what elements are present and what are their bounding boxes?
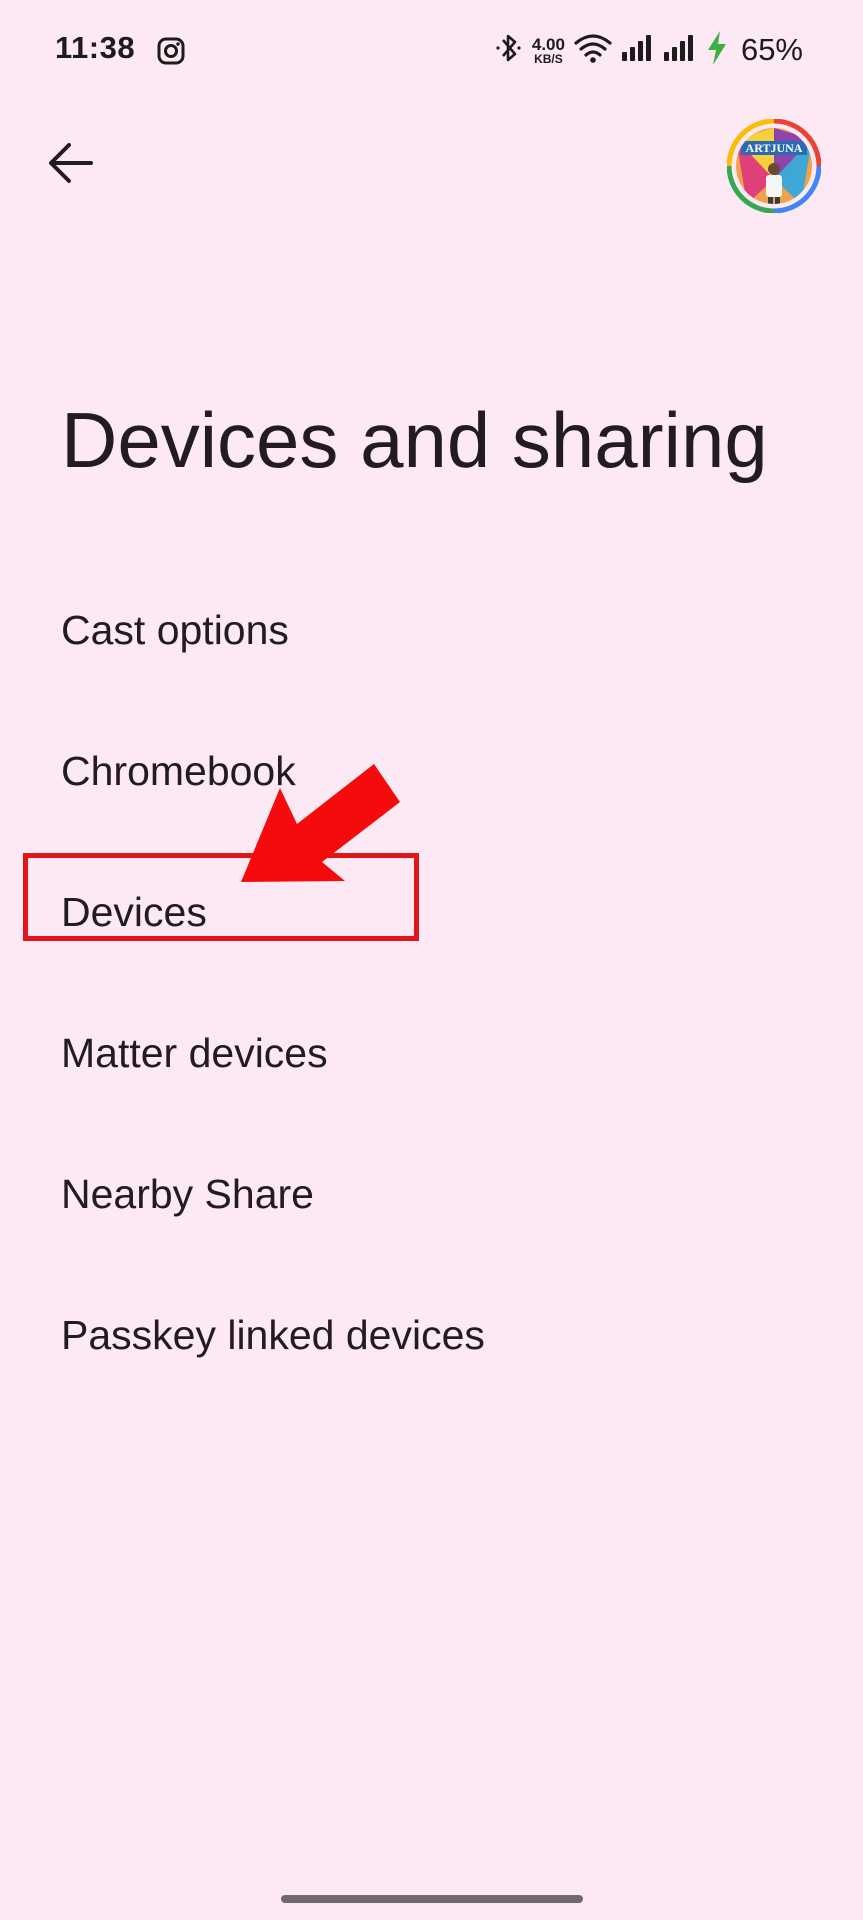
status-time: 11:38 [55, 30, 136, 65]
pointer-arrow-icon [235, 760, 405, 890]
battery-percent: 65% [740, 32, 803, 67]
settings-item-passkey-linked-devices[interactable]: Passkey linked devices [0, 1265, 863, 1406]
charging-icon [705, 30, 729, 71]
network-speed-value: 4.00 [531, 34, 565, 54]
settings-item-label: Matter devices [61, 1030, 328, 1076]
settings-list: Cast options Chromebook Devices Matter d… [0, 560, 863, 1406]
settings-item-label: Nearby Share [61, 1171, 314, 1217]
instagram-icon [156, 36, 186, 66]
settings-item-nearby-share[interactable]: Nearby Share [0, 1124, 863, 1265]
network-speed-unit: KB/S [534, 51, 563, 66]
settings-item-cast-options[interactable]: Cast options [0, 560, 863, 701]
arrow-back-icon [47, 142, 93, 189]
settings-item-label: Passkey linked devices [61, 1312, 485, 1358]
page-title: Devices and sharing [61, 396, 768, 484]
bluetooth-icon [494, 31, 524, 70]
signal-icon [663, 34, 697, 67]
settings-item-label: Cast options [61, 607, 289, 653]
settings-item-chromebook[interactable]: Chromebook [0, 701, 863, 842]
avatar-text: ARTJUNA [746, 141, 803, 155]
gesture-nav-handle[interactable] [281, 1895, 583, 1903]
status-bar: 11:38 4.00 KB/S 65% [0, 0, 863, 100]
settings-item-matter-devices[interactable]: Matter devices [0, 983, 863, 1124]
wifi-icon [573, 32, 613, 69]
network-speed: 4.00 KB/S [532, 36, 565, 65]
status-indicators: 4.00 KB/S 65% [494, 28, 803, 72]
account-avatar[interactable]: ARTJUNA [726, 118, 822, 214]
back-button[interactable] [40, 135, 100, 195]
signal-icon [621, 34, 655, 67]
